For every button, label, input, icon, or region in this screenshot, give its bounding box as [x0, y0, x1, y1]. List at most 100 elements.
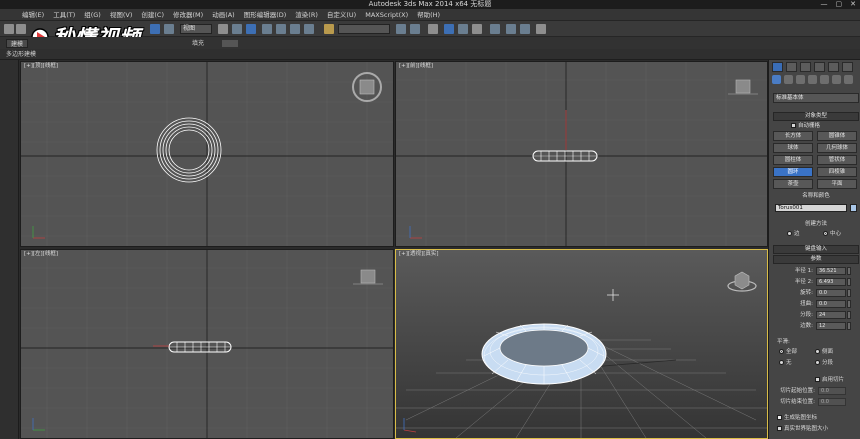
geometry-icon[interactable]: [772, 75, 781, 84]
menu-tools[interactable]: 工具(T): [53, 9, 84, 21]
snap-3d-icon[interactable]: [262, 24, 272, 34]
menu-maxscript[interactable]: MAXScript(X): [365, 9, 417, 21]
helpers-icon[interactable]: [820, 75, 829, 84]
menu-group[interactable]: 组(G): [84, 9, 110, 21]
hierarchy-tab-icon[interactable]: [800, 62, 811, 72]
close-icon[interactable]: ✕: [850, 0, 856, 9]
move-icon[interactable]: [232, 24, 242, 34]
create-tab-icon[interactable]: [772, 62, 783, 72]
auto-grid-checkbox[interactable]: 自动栅格: [791, 122, 820, 130]
twist-input[interactable]: 0.0: [816, 300, 846, 308]
material-editor-icon[interactable]: [490, 24, 500, 34]
primitive-type-dropdown[interactable]: 标准基本体: [773, 93, 859, 103]
space-warps-icon[interactable]: [832, 75, 841, 84]
torus-button[interactable]: 圆环: [773, 167, 813, 177]
layer-manager-icon[interactable]: [428, 24, 438, 34]
viewport-top-label[interactable]: [+][顶][线框]: [24, 63, 58, 70]
smooth-sides-radio[interactable]: 侧面: [815, 348, 833, 356]
edit-named-selection-icon[interactable]: [324, 24, 334, 34]
select-object-icon[interactable]: [150, 24, 160, 34]
sphere-button[interactable]: 球体: [773, 143, 813, 153]
parameters-rollout[interactable]: 参数: [773, 255, 859, 264]
render-production-icon[interactable]: [536, 24, 546, 34]
viewport-left-label[interactable]: [+][左][线框]: [24, 251, 58, 258]
radius2-input[interactable]: 6.493: [816, 278, 846, 286]
object-color-swatch[interactable]: [850, 204, 857, 212]
keyboard-entry-rollout[interactable]: 键盘输入: [773, 245, 859, 254]
creation-center-radio[interactable]: 中心: [823, 230, 841, 238]
menu-animation[interactable]: 动画(A): [212, 9, 244, 21]
menu-graph-editors[interactable]: 图形编辑器(D): [244, 9, 296, 21]
select-by-name-icon[interactable]: [164, 24, 174, 34]
minimize-icon[interactable]: —: [821, 0, 828, 9]
viewport-front[interactable]: [+][前][线框]: [395, 61, 768, 247]
graphite-toggle-icon[interactable]: [444, 24, 454, 34]
cylinder-button[interactable]: 圆柱体: [773, 155, 813, 165]
pyramid-button[interactable]: 四棱锥: [817, 167, 857, 177]
menu-rendering[interactable]: 渲染(R): [295, 9, 327, 21]
cameras-icon[interactable]: [808, 75, 817, 84]
angle-snap-icon[interactable]: [276, 24, 286, 34]
curve-editor-icon[interactable]: [458, 24, 468, 34]
spinner-snap-icon[interactable]: [304, 24, 314, 34]
smooth-none-radio[interactable]: 无: [779, 359, 792, 367]
geosphere-button[interactable]: 几何球体: [817, 143, 857, 153]
menu-views[interactable]: 视图(V): [110, 9, 142, 21]
named-selection-set-select[interactable]: [338, 24, 390, 34]
radius1-input[interactable]: 36.521: [816, 267, 846, 275]
viewport-perspective-label[interactable]: [+][透视][真实]: [399, 251, 438, 258]
real-world-map-checkbox[interactable]: 真实世界贴图大小: [777, 425, 828, 433]
lights-icon[interactable]: [796, 75, 805, 84]
tube-button[interactable]: 管状体: [817, 155, 857, 165]
sides-input[interactable]: 12: [816, 322, 846, 330]
systems-icon[interactable]: [844, 75, 853, 84]
smooth-all-radio[interactable]: 全部: [779, 348, 797, 356]
unlink-icon[interactable]: [16, 24, 26, 34]
object-name-input[interactable]: Torus001: [775, 204, 847, 212]
motion-tab-icon[interactable]: [814, 62, 825, 72]
slice-on-checkbox[interactable]: 启用切片: [815, 376, 844, 384]
maximize-icon[interactable]: ▢: [836, 0, 843, 9]
generate-mapping-checkbox[interactable]: 生成贴图坐标: [777, 414, 817, 422]
viewport-left[interactable]: [+][左][线框]: [20, 249, 394, 439]
menu-customize[interactable]: 自定义(U): [327, 9, 365, 21]
display-tab-icon[interactable]: [828, 62, 839, 72]
cone-button[interactable]: 圆锥体: [817, 131, 857, 141]
radius2-spinner[interactable]: [847, 278, 851, 286]
slice-to-input[interactable]: 0.0: [818, 398, 846, 406]
slice-from-input[interactable]: 0.0: [818, 387, 846, 395]
menu-modifiers[interactable]: 修改器(M): [173, 9, 212, 21]
object-type-rollout[interactable]: 对象类型: [773, 112, 859, 121]
viewport-front-label[interactable]: [+][前][线框]: [399, 63, 433, 70]
plane-button[interactable]: 平面: [817, 179, 857, 189]
menu-help[interactable]: 帮助(H): [417, 9, 449, 21]
radius1-spinner[interactable]: [847, 267, 851, 275]
rotation-spinner[interactable]: [847, 289, 851, 297]
percent-snap-icon[interactable]: [290, 24, 300, 34]
pivot-icon[interactable]: [218, 24, 228, 34]
mirror-icon[interactable]: [396, 24, 406, 34]
teapot-button[interactable]: 茶壶: [773, 179, 813, 189]
align-icon[interactable]: [410, 24, 420, 34]
sides-spinner[interactable]: [847, 322, 851, 330]
twist-spinner[interactable]: [847, 300, 851, 308]
schematic-view-icon[interactable]: [472, 24, 482, 34]
ribbon-tab-populate[interactable]: 填充: [188, 39, 208, 48]
ribbon-options-dropdown[interactable]: [222, 40, 238, 47]
rendered-frame-icon[interactable]: [520, 24, 530, 34]
segments-spinner[interactable]: [847, 311, 851, 319]
viewport-perspective[interactable]: [+][透视][真实]: [395, 249, 768, 439]
smooth-segment-radio[interactable]: 分段: [815, 359, 833, 367]
rotate-icon[interactable]: [246, 24, 256, 34]
menu-edit[interactable]: 编辑(E): [22, 9, 53, 21]
render-setup-icon[interactable]: [506, 24, 516, 34]
modify-tab-icon[interactable]: [786, 62, 797, 72]
polygon-modeling-label[interactable]: 多边形建模: [6, 49, 36, 60]
creation-edge-radio[interactable]: 边: [787, 230, 800, 238]
viewport-top[interactable]: [+][顶][线框]: [20, 61, 394, 247]
ribbon-tab-modeling[interactable]: 建模: [6, 39, 29, 48]
shapes-icon[interactable]: [784, 75, 793, 84]
segments-input[interactable]: 24: [816, 311, 846, 319]
box-button[interactable]: 长方体: [773, 131, 813, 141]
rotation-input[interactable]: 0.0: [816, 289, 846, 297]
